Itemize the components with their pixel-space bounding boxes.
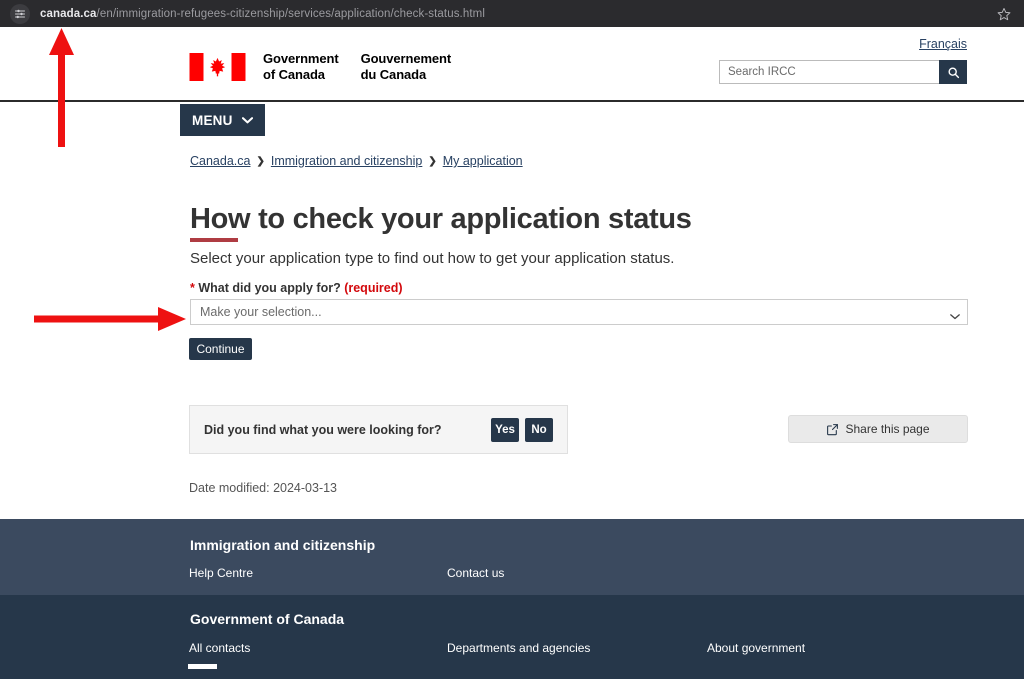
- share-icon: [827, 423, 839, 435]
- footer-section-immigration: [0, 519, 1024, 595]
- goc-wordmark[interactable]: Government of Canada Gouvernement du Can…: [188, 51, 451, 82]
- page-title: How to check your application status: [190, 203, 692, 235]
- browser-page: canada.ca/en/immigration-refugees-citize…: [0, 0, 1024, 679]
- url-domain: canada.ca: [40, 7, 97, 20]
- page-lede: Select your application type to find out…: [190, 250, 675, 267]
- footer-link-help-centre[interactable]: Help Centre: [189, 566, 253, 580]
- wordmark-french: Gouvernement du Canada: [361, 51, 452, 82]
- bookmark-star-icon[interactable]: [996, 6, 1012, 22]
- chevron-down-icon: [241, 116, 253, 124]
- header-divider: [0, 100, 1024, 102]
- search-input[interactable]: [719, 60, 939, 84]
- breadcrumb-separator: ❯: [428, 155, 437, 167]
- date-modified: Date modified: 2024-03-13: [189, 481, 338, 495]
- title-underline-accent: [190, 238, 238, 242]
- footer-link-departments-agencies[interactable]: Departments and agencies: [447, 641, 590, 655]
- search-button[interactable]: [939, 60, 967, 84]
- required-text: (required): [344, 281, 403, 295]
- footer-link-all-contacts[interactable]: All contacts: [189, 641, 250, 655]
- wordmark-en-line2: of Canada: [263, 66, 325, 82]
- breadcrumb-separator: ❯: [256, 155, 265, 167]
- canada-flag-icon: [189, 52, 246, 81]
- footer-link-about-government[interactable]: About government: [707, 641, 805, 655]
- breadcrumb-item-1[interactable]: Immigration and citizenship: [271, 154, 422, 168]
- search-icon: [947, 66, 959, 78]
- feedback-panel: Did you find what you were looking for? …: [189, 405, 568, 454]
- continue-button[interactable]: Continue: [189, 338, 252, 360]
- site-search[interactable]: [719, 60, 967, 84]
- feedback-yes-button[interactable]: Yes: [491, 417, 519, 442]
- application-type-label: * What did you apply for? (required): [190, 281, 403, 295]
- footer-heading-immigration: Immigration and citizenship: [190, 537, 376, 553]
- main-menu-button[interactable]: MENU: [180, 104, 265, 136]
- site-header: Français Government of Canada Gouverneme…: [0, 27, 1024, 100]
- breadcrumb-item-0[interactable]: Canada.ca: [190, 154, 250, 168]
- application-type-select-wrap[interactable]: Make your selection...: [190, 299, 968, 325]
- wordmark-text: Government of Canada Gouvernement du Can…: [263, 51, 451, 82]
- feedback-no-button[interactable]: No: [525, 417, 553, 442]
- breadcrumb-item-2[interactable]: My application: [443, 154, 523, 168]
- required-asterisk: *: [190, 281, 195, 295]
- url-text[interactable]: canada.ca/en/immigration-refugees-citize…: [40, 8, 485, 20]
- share-this-page-button[interactable]: Share this page: [788, 415, 968, 443]
- footer-section-government: [0, 595, 1024, 679]
- share-this-page-label: Share this page: [845, 422, 930, 436]
- main-menu-label: MENU: [192, 112, 233, 128]
- feedback-buttons: Yes No: [491, 417, 553, 442]
- application-type-select[interactable]: Make your selection...: [190, 299, 968, 325]
- annotation-arrow-right: [34, 307, 186, 331]
- footer-divider-bar: [188, 664, 217, 669]
- application-type-label-text: What did you apply for?: [198, 281, 341, 295]
- wordmark-fr-line2: du Canada: [360, 66, 427, 82]
- feedback-question: Did you find what you were looking for?: [204, 422, 442, 437]
- footer-link-contact-us[interactable]: Contact us: [447, 566, 504, 580]
- url-path: /en/immigration-refugees-citizenship/ser…: [96, 7, 485, 20]
- wordmark-english: Government of Canada: [263, 51, 339, 82]
- wordmark-fr-line1: Gouvernement: [360, 51, 452, 66]
- site-settings-icon[interactable]: [10, 3, 30, 24]
- browser-url-bar[interactable]: canada.ca/en/immigration-refugees-citize…: [0, 0, 1024, 27]
- wordmark-en-line1: Government: [263, 51, 339, 66]
- breadcrumb: Canada.ca ❯ Immigration and citizenship …: [190, 154, 523, 168]
- footer-heading-government: Government of Canada: [190, 611, 345, 627]
- language-toggle-link[interactable]: Français: [919, 37, 967, 51]
